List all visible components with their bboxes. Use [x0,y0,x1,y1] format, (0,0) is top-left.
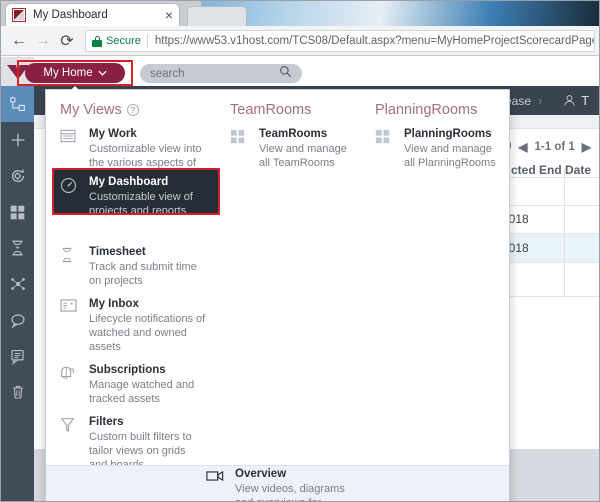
menu-item-title: Subscriptions [89,364,166,376]
column-title-label: PlanningRooms [375,102,478,118]
four-squares-icon [230,127,252,170]
tab-strip-background [201,1,599,26]
tab-strip: My Dashboard × [1,1,599,26]
sidebar-item-sitemap[interactable] [1,86,34,122]
user-initial: T [581,93,589,108]
address-bar[interactable]: Secure https://www53.v1host.com /TCS08/D… [85,29,595,52]
browser-toolbar: ← → ⟳ Secure https://www53.v1host.com /T… [1,26,599,56]
menu-item-title: My Inbox [89,298,139,310]
search-placeholder: search [150,67,185,80]
column-title-team-rooms: TeamRooms [216,90,361,118]
my-dashboard-highlight [52,168,220,215]
menu-columns: My Views ? My Work Customizable view int… [46,90,509,471]
menu-item-desc: Manage watched and tracked assets [89,379,195,405]
my-home-button[interactable]: My Home [25,63,125,83]
funnel-icon [60,415,82,472]
menu-item-desc: View and manage all PlanningRooms [404,143,496,169]
versionone-favicon-icon [12,8,26,22]
sidebar-item-refresh[interactable] [1,158,34,194]
left-sidebar [1,86,34,501]
chevron-down-icon [98,68,107,78]
sidebar-item-recycle-bin[interactable] [1,374,34,410]
my-home-button-highlight: My Home [17,60,133,86]
close-icon[interactable]: × [160,8,173,22]
sidebar-item-timesheet[interactable] [1,230,34,266]
video-camera-icon [206,467,228,501]
omnibox-divider [146,33,148,48]
menu-item-title: PlanningRooms [404,128,492,140]
menu-footer: Overview View videos, diagrams and overv… [46,465,509,501]
comment-icon [11,349,24,365]
secure-label: Secure [106,34,141,47]
lock-icon [92,35,102,47]
trash-icon [12,385,23,399]
menu-pointer [68,86,82,93]
column-title-my-views: My Views ? [46,90,216,118]
four-squares-icon [375,127,397,170]
back-icon[interactable]: ← [7,29,31,53]
menu-item-title: Overview [235,468,287,480]
sidebar-item-cluster[interactable] [1,266,34,302]
forward-icon[interactable]: → [31,29,55,53]
menu-item-timesheet[interactable]: Timesheet Track and submit time on proje… [46,236,216,288]
hourglass-icon [60,245,82,288]
menu-column-planning-rooms: PlanningRooms PlanningRooms View and man… [361,90,509,170]
menu-item-subscriptions[interactable]: Subscriptions Manage watched and tracked… [46,354,216,406]
browser-tab[interactable]: My Dashboard × [5,3,180,26]
menu-item-planningrooms[interactable]: PlanningRooms View and manage all Planni… [361,118,509,170]
sidebar-item-comments[interactable] [1,338,34,374]
column-title-planning-rooms: PlanningRooms [361,90,509,118]
prev-page-icon[interactable]: ◀ [518,140,527,154]
search-icon[interactable] [279,65,292,83]
menu-item-my-inbox[interactable]: My Inbox Lifecycle notifications of watc… [46,288,216,354]
column-title-label: TeamRooms [230,102,312,118]
sidebar-item-add[interactable] [1,122,34,158]
menu-item-overview[interactable]: Overview View videos, diagrams and overv… [206,467,365,501]
my-home-dropdown-menu: My Views ? My Work Customizable view int… [45,89,510,501]
page-range-label: 1-1 of 1 [534,140,575,153]
url-host: https://www53.v1host.com [154,34,290,47]
grid-icon [10,205,25,219]
menu-item-title: Filters [89,416,124,428]
column-header-end-date[interactable]: cted End Date [511,163,591,177]
menu-item-teamrooms[interactable]: TeamRooms View and manage all TeamRooms [216,118,361,170]
search-input[interactable]: search [140,64,302,83]
menu-column-my-views: My Views ? My Work Customizable view int… [46,90,216,472]
application-area: 2018 2018 ⏮ ◀ 1-1 of 1 ▶ cted End Date e… [1,57,599,501]
browser-window: My Dashboard × ← → ⟳ Secure https://www5… [0,0,600,502]
help-icon[interactable]: ? [126,104,139,116]
chevron-right-icon: › [538,93,543,108]
reload-icon[interactable]: ⟳ [55,29,79,53]
mailbox-icon [60,363,82,406]
menu-item-title: TeamRooms [259,128,328,140]
refresh-gear-icon [11,169,24,183]
envelope-icon [60,297,82,354]
menu-item-filters[interactable]: Filters Custom built filters to tailor v… [46,406,216,472]
sitemap-icon [10,96,25,111]
column-title-label: My Views [60,102,122,118]
menu-item-desc: Track and submit time on projects [89,261,197,287]
plus-icon [11,133,24,147]
sidebar-item-conversations[interactable] [1,302,34,338]
next-page-icon[interactable]: ▶ [582,140,591,154]
sidebar-item-grid[interactable] [1,194,34,230]
menu-item-title: My Work [89,128,137,140]
chat-bubble-icon [10,313,25,329]
menu-item-desc: View and manage all TeamRooms [259,143,347,169]
menu-item-title: Timesheet [89,246,146,258]
menu-column-team-rooms: TeamRooms TeamRooms View and manage all … [216,90,361,170]
new-tab-button[interactable] [187,6,247,26]
grid-column-divider [564,169,565,297]
url-path: /TCS08/Default.aspx?menu=MyHomeProjectSc… [289,34,595,47]
user-menu[interactable]: T [563,94,589,108]
menu-item-desc: Lifecycle notifications of watched and o… [89,313,206,353]
user-icon [564,95,575,106]
my-home-label: My Home [43,67,93,79]
menu-item-desc: View videos, diagrams and overviews for … [235,483,345,501]
tab-title: My Dashboard [33,9,108,21]
cluster-icon [10,278,25,290]
pagination-control[interactable]: ⏮ ◀ 1-1 of 1 ▶ [500,139,591,154]
hourglass-icon [12,240,23,256]
